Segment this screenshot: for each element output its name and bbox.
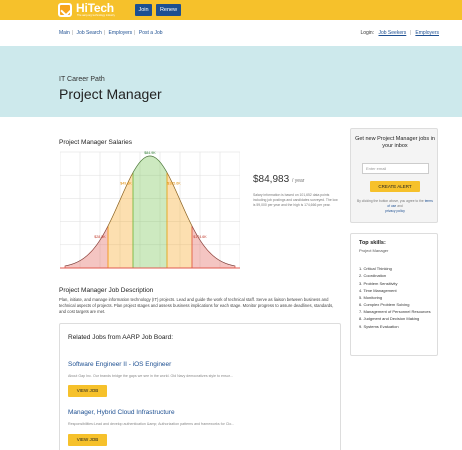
job-snippet: Responsibilities:Lead and develop authen…	[68, 422, 235, 426]
job-alert-terms: By clicking the button above, you agree …	[357, 199, 433, 214]
top-skills-subtitle: Project Manager	[359, 248, 389, 253]
chart-label: $174.6K	[193, 235, 207, 239]
skills-list: 1. Critical Thinking 2. Coordination 3. …	[359, 265, 435, 331]
nav-separator: |	[103, 30, 106, 36]
login-label: Login:	[360, 30, 375, 36]
nav-employers[interactable]: Employers	[109, 30, 133, 36]
skill-item: 4. Time Management	[359, 287, 397, 293]
chart-label: $84.9K	[144, 151, 156, 155]
salary-value: $84,983 / year	[253, 174, 304, 185]
hitech-logo[interactable]: HiTech The aarp.org technology industry	[58, 2, 128, 18]
top-bar: HiTech The aarp.org technology industry …	[0, 0, 462, 20]
page-title: Project Manager	[59, 86, 162, 102]
main-nav: Main | Job Search | Employers | Post a Job …	[0, 20, 462, 46]
renew-button[interactable]: Renew	[156, 4, 181, 16]
related-jobs-panel: Related Jobs from AARP Job Board: Softwa…	[59, 323, 341, 450]
nav-separator: |	[71, 30, 74, 36]
top-skills-title: Top skills:	[359, 240, 386, 246]
hero-banner: IT Career Path Project Manager	[0, 46, 462, 117]
skill-item: 3. Problem Sensitivity	[359, 280, 398, 286]
create-alert-button[interactable]: CREATE ALERT	[370, 181, 420, 192]
logo-check-icon	[58, 3, 72, 17]
skill-item: 9. Systems Evaluation	[359, 324, 399, 330]
terms-and: and	[397, 204, 403, 208]
description-text: Plan, initiate, and manage information t…	[59, 297, 334, 314]
salary-chart: $28.5K $49.6K $84.9K $105.6K $174.6K	[60, 151, 240, 269]
skill-item: 6. Complex Problem Solving	[359, 302, 410, 308]
job-title-link[interactable]: Software Engineer II - iOS Engineer	[68, 361, 171, 368]
description-title: Project Manager Job Description	[59, 287, 154, 294]
salaries-title: Project Manager Salaries	[59, 139, 132, 146]
chart-label: $49.6K	[120, 182, 132, 186]
salary-period: / year	[291, 178, 305, 184]
nav-main[interactable]: Main	[59, 30, 70, 36]
join-button[interactable]: Join	[135, 4, 152, 16]
skill-item: 5. Monitoring	[359, 295, 383, 301]
band-high	[191, 225, 236, 269]
terms-prefix: By clicking the button above, you agree …	[357, 199, 424, 203]
band-low	[64, 225, 109, 269]
chart-bands	[60, 155, 240, 269]
login-area: Login: Job Seekers | Employers	[360, 30, 439, 36]
band-median	[132, 155, 168, 269]
skill-item: 7. Management of Personnel Resources	[359, 309, 431, 315]
nav-post-a-job[interactable]: Post a Job	[139, 30, 163, 36]
view-job-button[interactable]: VIEW JOB	[68, 385, 107, 397]
email-field[interactable]: Enter email	[362, 163, 429, 174]
band-mid-low	[107, 172, 134, 269]
login-employers-link[interactable]: Employers	[415, 30, 439, 36]
chart-label: $28.5K	[94, 235, 106, 239]
salary-note: Salary information is based on 101,652 d…	[253, 193, 338, 207]
job-alert-card: Get new Project Manager jobs in your inb…	[350, 128, 438, 223]
login-job-seekers-link[interactable]: Job Seekers	[378, 30, 406, 36]
skill-item: 1. Critical Thinking	[359, 266, 392, 271]
skill-item: 2. Coordination	[359, 273, 387, 279]
job-alert-title: Get new Project Manager jobs in your inb…	[355, 136, 435, 149]
login-separator: |	[409, 30, 411, 36]
salary-amount: $84,983	[253, 174, 290, 185]
career-path-label: IT Career Path	[59, 76, 105, 83]
job-snippet: About Gap Inc. Our brands bridge the gap…	[68, 374, 233, 378]
chart-label: $105.6K	[167, 182, 181, 186]
job-title-link[interactable]: Manager, Hybrid Cloud Infrastructure	[68, 409, 175, 416]
view-job-button[interactable]: VIEW JOB	[68, 434, 107, 446]
related-jobs-title: Related Jobs from AARP Job Board:	[68, 334, 174, 341]
top-skills-card: Top skills: Project Manager 1. Critical …	[350, 233, 438, 356]
nav-job-search[interactable]: Job Search	[77, 30, 102, 36]
logo-tagline: The aarp.org technology industry	[77, 14, 115, 17]
logo-name: HiTech	[76, 1, 114, 15]
nav-separator: |	[134, 30, 136, 36]
nav-links: Main | Job Search | Employers | Post a Job	[59, 30, 163, 36]
skill-item: 8. Judgment and Decision Making	[359, 316, 420, 322]
privacy-policy-link[interactable]: privacy policy	[385, 209, 405, 213]
band-mid-high	[166, 172, 193, 269]
